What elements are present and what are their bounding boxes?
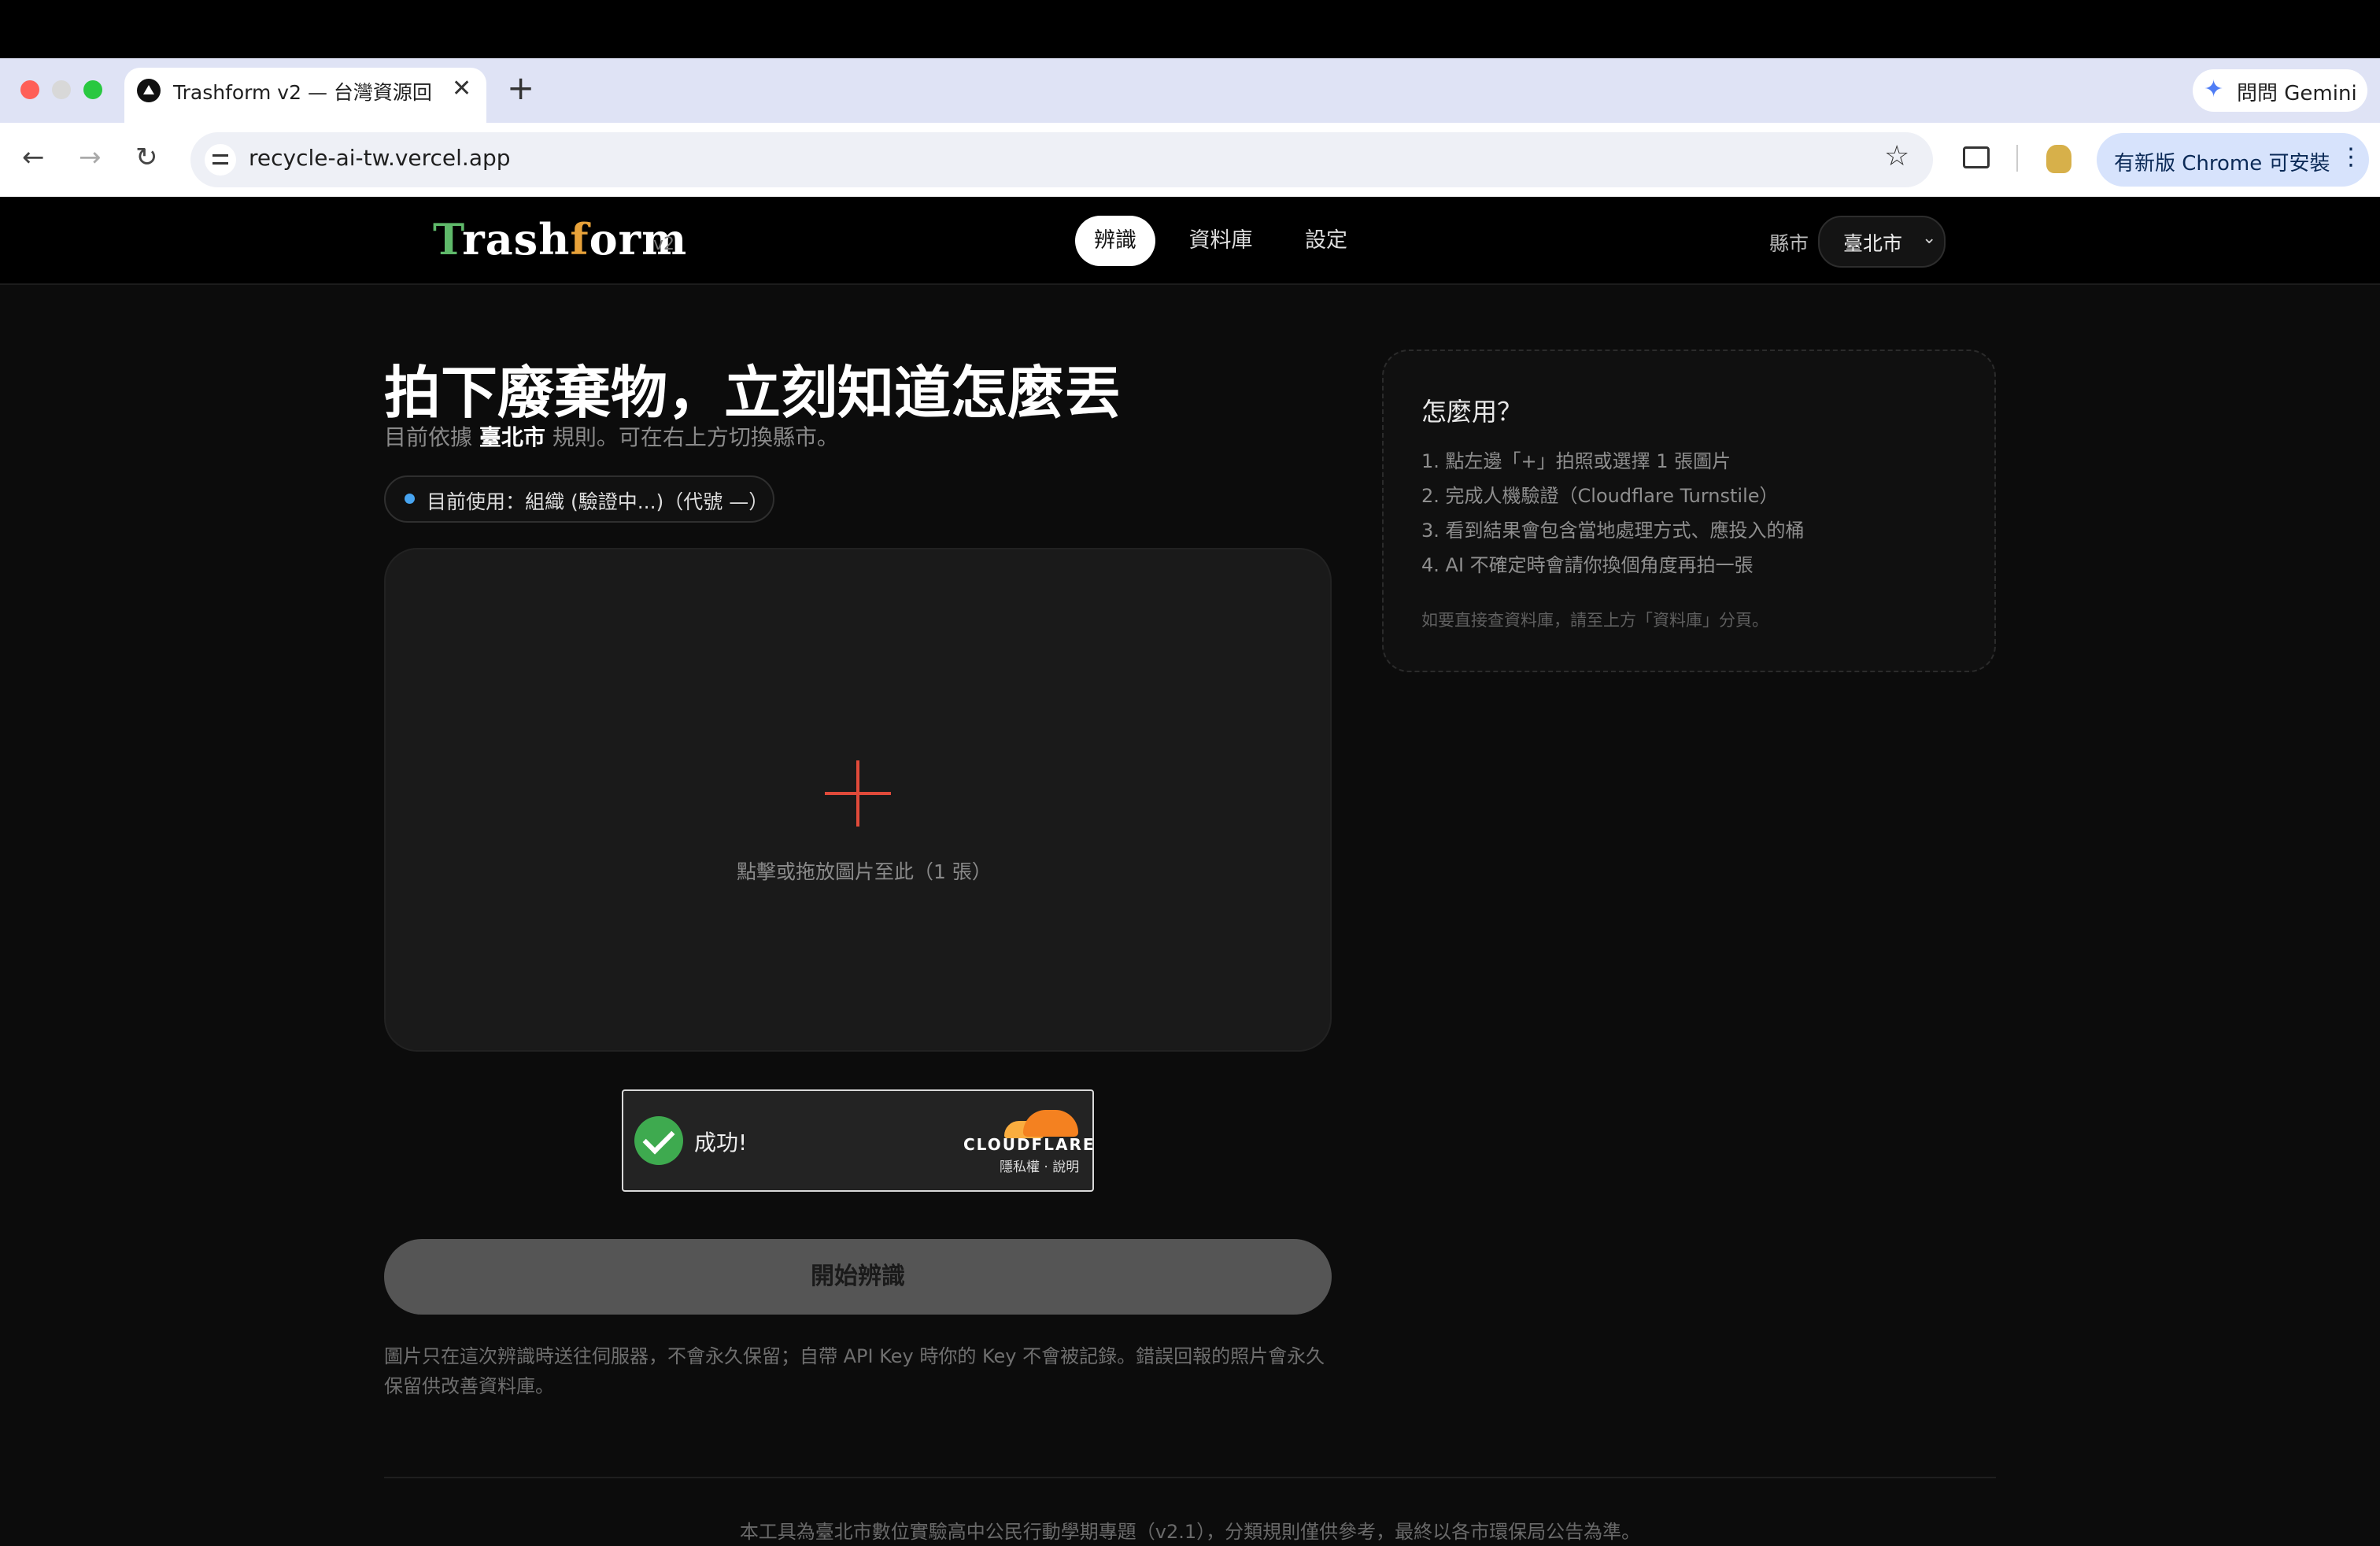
chrome-update-label: 有新版 Chrome 可安裝: [2114, 152, 2330, 176]
turnstile-privacy-links[interactable]: 隱私權 · 說明: [1000, 1156, 1079, 1175]
plus-icon-bar[interactable]: [825, 792, 891, 795]
tab-title: Trashform v2 — 台灣資源回收: [173, 81, 433, 104]
tab-favicon-icon: [137, 79, 161, 102]
brand-logo[interactable]: Trashform: [433, 214, 687, 264]
howto-step: 2. 完成人機驗證（Cloudflare Turnstile）: [1421, 485, 1779, 507]
tab-close-icon[interactable]: ✕: [452, 76, 471, 102]
start-recognition-button[interactable]: 開始辨識: [384, 1239, 1332, 1315]
tab-settings[interactable]: 設定: [1284, 216, 1368, 266]
howto-step: 3. 看到結果會包含當地處理方式、應投入的桶: [1421, 520, 1805, 542]
window-zoom-button[interactable]: [83, 80, 102, 99]
tab-database[interactable]: 資料庫: [1179, 216, 1262, 266]
new-tab-button[interactable]: +: [507, 71, 534, 105]
howto-step: 4. AI 不確定時會請你換個角度再拍一張: [1421, 554, 1754, 576]
profile-avatar-icon[interactable]: [2046, 145, 2071, 173]
reload-icon[interactable]: ↻: [135, 142, 158, 173]
bookmark-star-icon[interactable]: ☆: [1884, 140, 1909, 172]
version-badge: v2: [653, 235, 675, 254]
tab-recognize[interactable]: 辨識: [1075, 216, 1155, 266]
toolbar-divider: [2016, 145, 2018, 172]
back-arrow-icon[interactable]: ←: [22, 142, 45, 173]
window-minimize-button[interactable]: [52, 80, 71, 99]
turnstile-success-text: 成功!: [694, 1130, 748, 1156]
privacy-disclaimer: 圖片只在這次辨識時送往伺服器，不會永久保留；自帶 API Key 時你的 Key…: [384, 1345, 1325, 1397]
howto-step: 1. 點左邊「+」拍照或選擇 1 張圖片: [1421, 450, 1731, 472]
url-text[interactable]: recycle-ai-tw.vercel.app: [249, 145, 511, 171]
status-dot-icon: [405, 494, 415, 504]
site-info-icon[interactable]: [205, 144, 236, 176]
howto-note: 如要直接查資料庫，請至上方「資料庫」分頁。: [1421, 611, 1768, 630]
footer-text: 本工具為臺北市數位實驗高中公民行動學期專題（v2.1），分類規則僅供參考，最終以…: [739, 1521, 1641, 1543]
dropzone-hint: 點擊或拖放圖片至此（1 張）: [737, 860, 992, 883]
page-title: 拍下廢棄物，立刻知道怎麼丟: [384, 359, 1122, 426]
footer-divider: [384, 1477, 1996, 1478]
google-lens-icon[interactable]: [1963, 146, 1990, 168]
howto-title: 怎麼用？: [1421, 397, 1523, 427]
gemini-sparkle-icon: ✦: [2204, 76, 2224, 103]
gemini-label: 問問 Gemini: [2237, 82, 2357, 105]
forward-arrow-icon[interactable]: →: [79, 142, 102, 173]
org-status-text: 目前使用：組織 (驗證中...)（代號 —）: [427, 490, 769, 513]
chevron-down-icon: ⌄: [1922, 228, 1937, 248]
window-close-button[interactable]: [20, 80, 39, 99]
current-city-emphasis: 臺北市: [479, 424, 545, 450]
city-select-value: 臺北市: [1843, 232, 1903, 255]
chrome-menu-icon[interactable]: ⋮: [2339, 143, 2363, 171]
city-rule-subtitle: 目前依據 臺北市 規則。可在右上方切換縣市。: [384, 424, 839, 450]
city-label: 縣市: [1769, 232, 1809, 255]
check-circle-icon: [634, 1116, 683, 1165]
cloudflare-wordmark: CLOUDFLARE: [963, 1135, 1096, 1154]
